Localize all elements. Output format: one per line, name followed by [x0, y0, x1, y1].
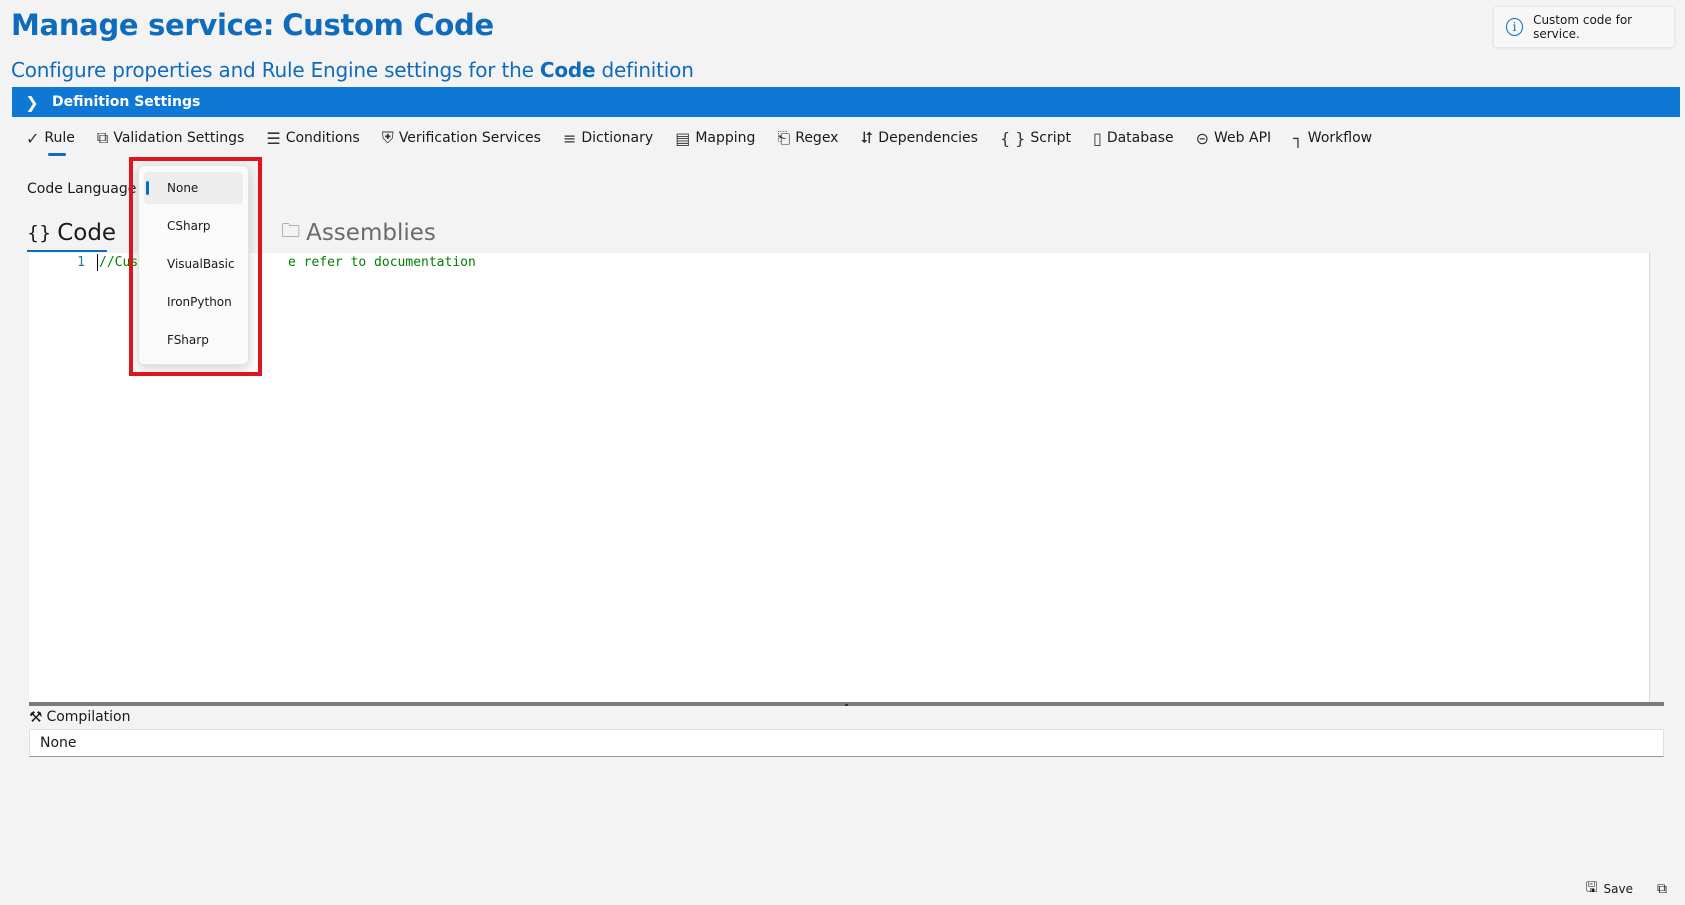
phone-icon: ▯ — [1093, 128, 1102, 148]
open-external-icon[interactable]: ⧉ — [1657, 881, 1667, 897]
page-subtitle: Configure properties and Rule Engine set… — [11, 58, 694, 82]
tab-workflow-label: Workflow — [1307, 130, 1373, 146]
checkmark-icon: ✓ — [26, 128, 40, 148]
tab-assemblies-label: Assemblies — [306, 220, 436, 246]
tab-dictionary-label: Dictionary — [581, 130, 654, 146]
tab-database-label: Database — [1106, 130, 1174, 146]
compilation-value: None — [40, 735, 77, 751]
subtitle-suffix: definition — [601, 58, 694, 82]
page-title-name: Custom Code — [282, 8, 494, 42]
tab-regex[interactable]: ⎗ Regex — [777, 128, 838, 148]
page-title: Manage service: Custom Code — [11, 8, 494, 42]
definition-settings-label: Definition Settings — [52, 94, 201, 110]
subtitle-prefix: Configure properties and Rule Engine set… — [11, 58, 534, 82]
code-language-label: Code Language: — [27, 181, 142, 197]
tab-dependencies[interactable]: ⮃ Dependencies — [860, 128, 977, 148]
tab-validation-settings[interactable]: ⧉ Validation Settings — [97, 128, 244, 148]
save-button[interactable]: 🖫 Save — [1586, 877, 1633, 901]
info-icon: i — [1506, 18, 1524, 36]
tab-verification-services-label: Verification Services — [398, 130, 541, 146]
tab-dependencies-label: Dependencies — [878, 130, 978, 146]
compilation-header: ⚒ Compilation — [29, 708, 131, 726]
tab-mapping[interactable]: ▤ Mapping — [675, 129, 755, 148]
save-icon: 🖫 — [1585, 880, 1598, 896]
info-text: Custom code for service. — [1533, 13, 1633, 41]
tab-script-label: Script — [1030, 130, 1071, 146]
highlight-box — [129, 157, 262, 376]
regex-icon: ⎗ — [777, 128, 791, 147]
tab-web-api-label: Web API — [1214, 130, 1272, 146]
code-text-right: e refer to documentation — [287, 254, 476, 270]
tab-web-api[interactable]: ⊝ Web API — [1196, 129, 1272, 148]
code-editor[interactable]: 1 //Cust e refer to documentation — [29, 253, 1650, 702]
tab-code-label: Code — [57, 220, 117, 246]
page-title-prefix: Manage service: — [11, 8, 275, 42]
line-number: 1 — [77, 254, 85, 270]
definition-settings-bar[interactable]: ❯ Definition Settings — [12, 87, 1680, 117]
tab-database[interactable]: ▯ Database — [1093, 129, 1174, 148]
chevron-right-icon[interactable]: ❯ — [12, 93, 52, 112]
compile-icon: ⚒ — [29, 708, 43, 726]
text-cursor — [97, 253, 98, 271]
tab-conditions-label: Conditions — [285, 130, 360, 146]
braces-icon: {} — [27, 222, 52, 244]
splitter-grip-icon — [845, 704, 848, 706]
workflow-icon: ┐ — [1293, 128, 1303, 148]
braces-icon: { } — [999, 128, 1026, 148]
folder-icon: 🗀 — [281, 220, 301, 242]
tab-validation-settings-label: Validation Settings — [113, 130, 245, 146]
list-icon: ☰ — [266, 128, 281, 148]
share-icon: ⮃ — [860, 128, 874, 147]
tab-rule[interactable]: ✓ Rule — [26, 128, 75, 156]
tab-dictionary[interactable]: ≡ Dictionary — [563, 129, 653, 148]
tab-conditions[interactable]: ☰ Conditions — [266, 129, 359, 148]
tab-mapping-label: Mapping — [695, 130, 756, 146]
tab-script[interactable]: { } Script — [1000, 129, 1071, 148]
info-tooltip: i Custom code for service. — [1493, 6, 1675, 48]
document-icon: ▤ — [675, 128, 691, 148]
web-icon: ⊝ — [1195, 128, 1210, 148]
tab-verification-services[interactable]: ⛨ Verification Services — [382, 128, 541, 148]
save-label: Save — [1603, 882, 1633, 896]
tab-regex-label: Regex — [795, 130, 839, 146]
definition-toolbar: ✓ Rule ⧉ Validation Settings ☰ Condition… — [26, 125, 1394, 156]
validation-icon: ⧉ — [96, 128, 109, 147]
subtitle-bold: Code — [539, 58, 596, 82]
tab-rule-label: Rule — [44, 130, 75, 146]
tab-workflow[interactable]: ┐ Workflow — [1293, 129, 1372, 148]
list-icon: ≡ — [562, 128, 577, 148]
compilation-output: None — [29, 729, 1664, 757]
tab-assemblies[interactable]: 🗀 Assemblies — [281, 216, 436, 250]
footer-actions: 🖫 Save ⧉ — [1586, 877, 1667, 901]
compilation-label: Compilation — [46, 709, 131, 725]
tab-code[interactable]: {} Code — [27, 216, 117, 252]
shield-icon: ⛨ — [381, 128, 394, 147]
